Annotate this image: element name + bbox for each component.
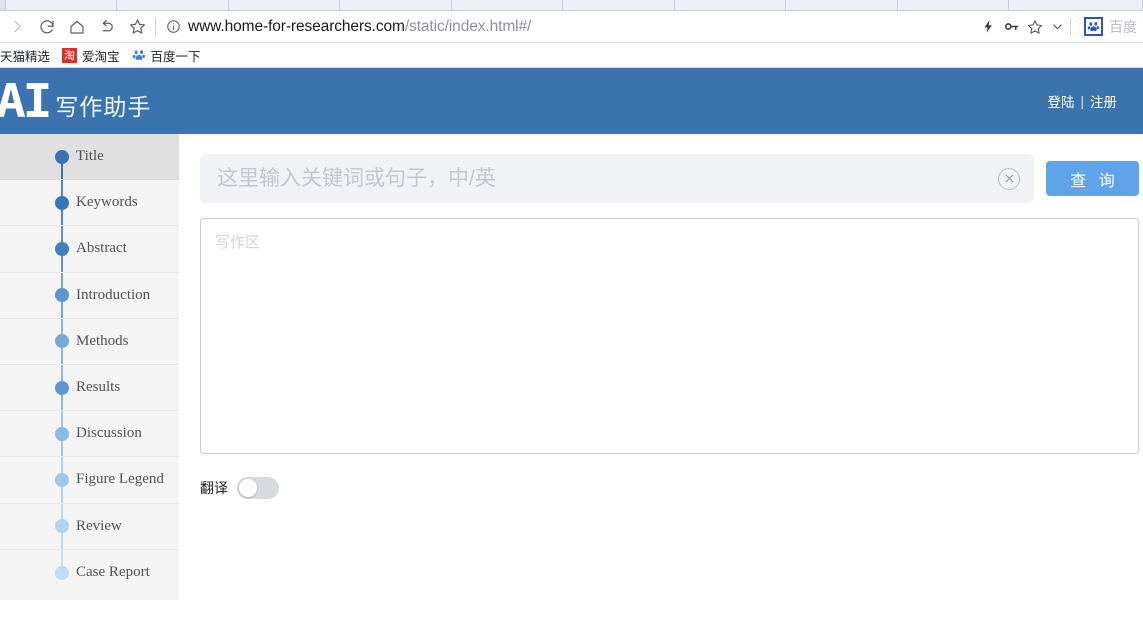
baidu-paw-icon (1084, 17, 1103, 36)
bookmark-star-icon[interactable] (122, 12, 152, 42)
auth-separator: | (1080, 93, 1084, 109)
bookmark-itaobao[interactable]: 淘 爱淘宝 (56, 43, 126, 67)
register-link[interactable]: 注册 (1090, 91, 1117, 111)
baidu-paw-icon (132, 48, 146, 62)
address-bar[interactable]: www.home-for-researchers.com/static/inde… (163, 12, 977, 42)
sidebar-item-label: Title (76, 148, 104, 165)
home-icon[interactable] (62, 12, 92, 42)
action-divider (1070, 17, 1071, 36)
baidu-extension-button[interactable]: 百度 (1084, 17, 1137, 37)
sidebar-item-results[interactable]: Results (0, 364, 179, 412)
auth-links: 登陆 | 注册 (1047, 91, 1117, 111)
translate-label: 翻译 (200, 480, 228, 496)
translate-row: 翻译 (200, 477, 1139, 499)
close-circle-icon[interactable] (998, 167, 1020, 190)
page-body: Title Keywords Abstract Introduction Methods… (0, 134, 1143, 619)
back-undo-icon[interactable] (92, 12, 122, 42)
sidebar-item-discussion[interactable]: Discussion (0, 411, 179, 458)
timeline-dot-icon (55, 565, 69, 580)
sidebar-item-methods[interactable]: Methods (0, 318, 179, 365)
main-content: 查 询 翻译 (179, 134, 1143, 619)
info-circle-icon[interactable] (163, 12, 183, 42)
browser-nav-bar: www.home-for-researchers.com/static/inde… (0, 11, 1143, 43)
brand-logo[interactable]: AI 写作助手 (0, 78, 151, 124)
logo-subtitle: 写作助手 (55, 94, 152, 120)
sidebar-item-label: Abstract (76, 240, 127, 257)
sidebar-item-case-report[interactable]: Case Report (0, 549, 179, 596)
timeline-dot-icon (55, 426, 69, 441)
chevron-down-icon[interactable] (1047, 12, 1067, 42)
sidebar-item-label: Methods (76, 332, 129, 349)
query-button[interactable]: 查 询 (1046, 161, 1139, 196)
url-path: /static/index.html#/ (404, 17, 532, 35)
browser-tab[interactable] (674, 0, 787, 10)
sidebar-item-title[interactable]: Title (0, 134, 179, 181)
taobao-icon: 淘 (62, 47, 78, 63)
sidebar-item-keywords[interactable]: Keywords (0, 180, 179, 227)
url-text: www.home-for-researchers.com/static/inde… (188, 18, 531, 36)
browser-tab[interactable] (1009, 0, 1143, 10)
browser-tab[interactable] (897, 0, 1010, 10)
app-header: AI 写作助手 登陆 | 注册 (0, 68, 1143, 134)
sidebar-item-label: Figure Legend (76, 471, 164, 488)
bookmarks-bar: 天猫精选 淘 爱淘宝 百度一下 (0, 43, 1143, 68)
timeline-dot-icon (55, 149, 69, 164)
sidebar-item-figure-legend[interactable]: Figure Legend (0, 457, 179, 504)
sidebar-item-review[interactable]: Review (0, 503, 179, 550)
browser-tab[interactable] (786, 0, 898, 10)
star-icon[interactable] (1023, 12, 1047, 42)
forward-arrow-icon[interactable] (2, 12, 32, 42)
baidu-extension-label: 百度 (1109, 18, 1137, 35)
bookmark-label: 百度一下 (150, 49, 201, 64)
toggle-knob (239, 479, 257, 497)
timeline-dot-icon (55, 334, 69, 349)
search-input[interactable] (217, 166, 990, 191)
timeline-dot-icon (55, 195, 69, 210)
browser-tab[interactable] (6, 0, 118, 10)
sidebar-item-label: Results (76, 379, 121, 396)
sidebar-item-abstract[interactable]: Abstract (0, 226, 179, 273)
browser-tab[interactable] (117, 0, 229, 10)
logo-text: AI (0, 74, 53, 128)
url-domain: www.home-for-researchers.com (188, 17, 405, 35)
timeline-dot-icon (55, 380, 69, 395)
sidebar-item-label: Keywords (76, 194, 138, 211)
search-box[interactable] (200, 154, 1034, 203)
sidebar-item-label: Case Report (76, 564, 150, 581)
omnibox-divider (155, 17, 156, 36)
bookmark-label: 爱淘宝 (82, 49, 120, 64)
bookmark-tmall[interactable]: 天猫精选 (0, 43, 56, 67)
browser-action-icons: 百度 (977, 12, 1137, 42)
bookmark-label: 天猫精选 (0, 49, 51, 64)
translate-toggle[interactable] (237, 477, 279, 499)
bookmark-baidu[interactable]: 百度一下 (126, 43, 207, 67)
browser-chrome: www.home-for-researchers.com/static/inde… (0, 0, 1143, 68)
browser-tab[interactable] (340, 0, 452, 10)
browser-tab-strip[interactable] (0, 0, 1143, 11)
reload-icon[interactable] (32, 12, 62, 42)
browser-tab[interactable] (563, 0, 675, 10)
search-row: 查 询 (200, 154, 1139, 203)
lightning-icon[interactable] (977, 12, 999, 42)
browser-tab[interactable] (228, 0, 341, 10)
timeline-dot-icon (55, 519, 69, 534)
timeline-dot-icon (55, 241, 69, 256)
login-link[interactable]: 登陆 (1047, 91, 1074, 111)
sidebar-item-label: Discussion (76, 425, 142, 442)
sidebar: Title Keywords Abstract Introduction Methods… (0, 134, 179, 600)
key-icon[interactable] (999, 12, 1023, 42)
browser-tab[interactable] (451, 0, 564, 10)
timeline-dot-icon (55, 472, 69, 487)
writing-area-textarea[interactable] (200, 218, 1139, 454)
sidebar-item-introduction[interactable]: Introduction (0, 272, 179, 319)
sidebar-item-label: Review (76, 517, 122, 534)
sidebar-item-label: Introduction (76, 286, 151, 303)
timeline-dot-icon (55, 288, 69, 303)
